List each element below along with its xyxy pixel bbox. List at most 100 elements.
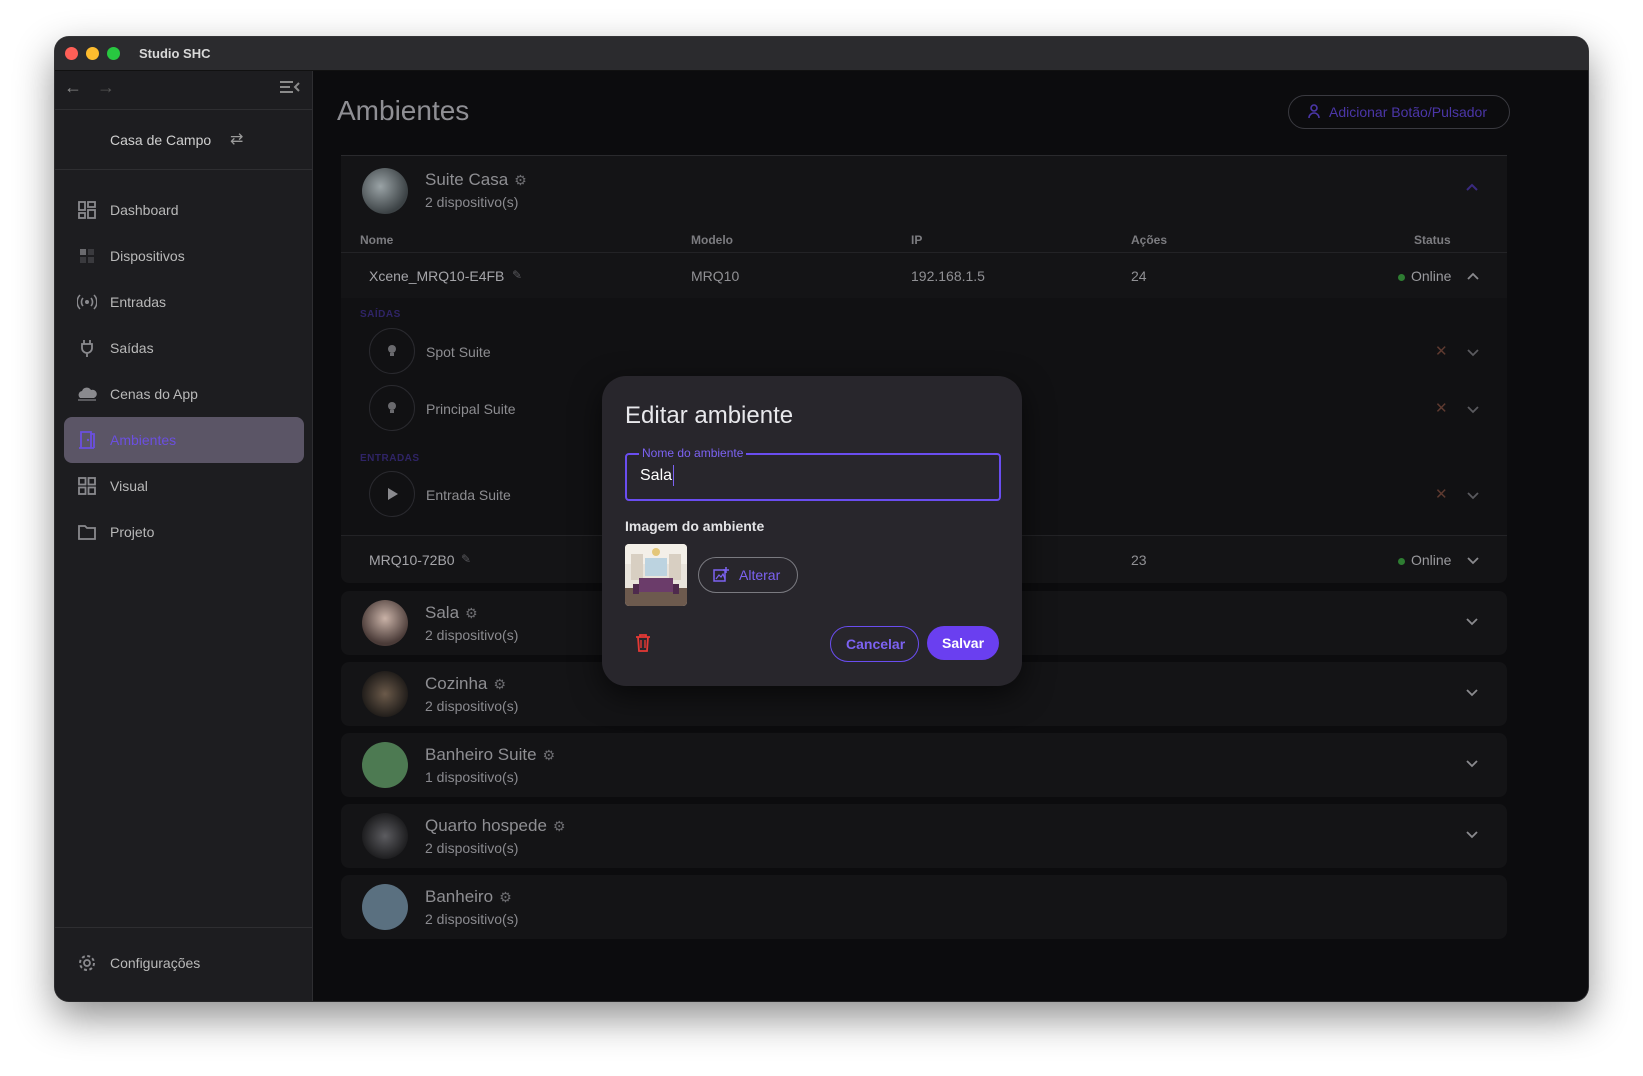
room-name-text: Sala bbox=[425, 603, 460, 622]
chevron-down-icon[interactable] bbox=[1465, 759, 1479, 769]
project-selector[interactable]: Casa de Campo ⇄ bbox=[55, 109, 312, 170]
devices-icon bbox=[80, 249, 94, 263]
sidebar-navigation-bar: ← → bbox=[55, 71, 312, 110]
column-header-status: Status bbox=[1414, 233, 1451, 247]
outputs-section-label: SAÍDAS bbox=[360, 309, 401, 320]
collapse-menu-icon[interactable] bbox=[280, 79, 300, 95]
room-name-text: Quarto hospede bbox=[425, 816, 547, 835]
gear-icon[interactable]: ⚙ bbox=[465, 605, 478, 622]
device-actions: 23 bbox=[1131, 552, 1147, 568]
sidebar-item-cenas-do-app[interactable]: Cenas do App bbox=[64, 371, 304, 417]
room-avatar bbox=[362, 813, 408, 859]
back-arrow-icon[interactable]: ← bbox=[64, 77, 82, 98]
trash-icon[interactable] bbox=[635, 634, 651, 652]
room-device-count: 2 dispositivo(s) bbox=[425, 911, 519, 927]
minimize-window-button[interactable] bbox=[86, 47, 99, 60]
sidebar-item-label: Dispositivos bbox=[110, 248, 185, 264]
image-section-label: Imagem do ambiente bbox=[625, 518, 765, 534]
room-name: Sala ⚙ bbox=[425, 603, 478, 623]
cancel-label: Cancelar bbox=[846, 636, 906, 652]
chevron-down-icon[interactable] bbox=[1466, 405, 1480, 415]
close-window-button[interactable] bbox=[65, 47, 78, 60]
title-bar: Studio SHC bbox=[55, 37, 1588, 71]
status-text: Online bbox=[1411, 552, 1452, 568]
chevron-up-icon[interactable] bbox=[1466, 271, 1480, 281]
sidebar-item-label: Entradas bbox=[110, 294, 167, 310]
room-device-count: 2 dispositivo(s) bbox=[425, 194, 519, 210]
chevron-down-icon[interactable] bbox=[1466, 491, 1480, 501]
sidebar-item-ambientes[interactable]: Ambientes bbox=[64, 417, 304, 463]
inputs-section-label: ENTRADAS bbox=[360, 453, 420, 464]
dashboard-icon bbox=[78, 201, 96, 219]
sidebar-item-label: Dashboard bbox=[110, 202, 179, 218]
sidebar-item-label: Visual bbox=[110, 478, 148, 494]
change-image-label: Alterar bbox=[739, 567, 781, 583]
chevron-down-icon[interactable] bbox=[1466, 556, 1480, 566]
chevron-down-icon[interactable] bbox=[1465, 830, 1479, 840]
chevron-down-icon[interactable] bbox=[1465, 688, 1479, 698]
device-name: MRQ10-72B0 bbox=[369, 552, 455, 568]
status-badge: Online bbox=[1398, 552, 1451, 568]
room-name-input[interactable] bbox=[640, 467, 980, 485]
field-label: Nome do ambiente bbox=[639, 446, 747, 460]
gear-icon[interactable]: ⚙ bbox=[493, 676, 506, 693]
touch-icon bbox=[1308, 104, 1320, 119]
sidebar-item-entradas[interactable]: Entradas bbox=[64, 279, 304, 325]
door-icon bbox=[79, 431, 95, 449]
cloud-icon bbox=[78, 387, 97, 401]
gear-icon[interactable]: ⚙ bbox=[514, 172, 527, 189]
sidebar-item-configuracoes[interactable]: Configurações bbox=[64, 940, 304, 986]
save-button[interactable]: Salvar bbox=[927, 626, 999, 660]
sidebar-item-dashboard[interactable]: Dashboard bbox=[64, 187, 304, 233]
remove-icon[interactable]: ✕ bbox=[1435, 399, 1448, 417]
room-name-text: Suite Casa bbox=[425, 170, 509, 189]
device-ip: 192.168.1.5 bbox=[911, 268, 985, 284]
sidebar-item-saidas[interactable]: Saídas bbox=[64, 325, 304, 371]
remove-icon[interactable]: ✕ bbox=[1435, 342, 1448, 360]
sidebar-item-dispositivos[interactable]: Dispositivos bbox=[64, 233, 304, 279]
pencil-icon[interactable]: ✎ bbox=[461, 552, 471, 566]
add-button-pulsador-button[interactable]: Adicionar Botão/Pulsador bbox=[1288, 95, 1510, 129]
remove-icon[interactable]: ✕ bbox=[1435, 485, 1448, 503]
maximize-window-button[interactable] bbox=[107, 47, 120, 60]
sidebar-item-label: Ambientes bbox=[110, 432, 177, 448]
save-label: Salvar bbox=[942, 635, 985, 651]
column-header-acoes: Ações bbox=[1131, 233, 1168, 247]
device-name: Xcene_MRQ10-E4FB bbox=[369, 268, 505, 284]
chevron-down-icon[interactable] bbox=[1466, 348, 1480, 358]
device-model: MRQ10 bbox=[691, 268, 740, 284]
room-avatar bbox=[362, 671, 408, 717]
room-card[interactable]: Quarto hospede ⚙ 2 dispositivo(s) bbox=[341, 804, 1507, 868]
sidebar-item-visual[interactable]: Visual bbox=[64, 463, 304, 509]
column-header-modelo: Modelo bbox=[691, 233, 733, 247]
room-name: Banheiro ⚙ bbox=[425, 887, 512, 907]
pencil-icon[interactable]: ✎ bbox=[512, 268, 522, 282]
column-header-ip: IP bbox=[911, 233, 923, 247]
room-name[interactable]: Suite Casa ⚙ bbox=[425, 170, 527, 190]
room-name-field[interactable]: Nome do ambiente bbox=[625, 446, 1001, 501]
forward-arrow-icon[interactable]: → bbox=[97, 77, 115, 98]
room-device-count: 2 dispositivo(s) bbox=[425, 627, 519, 643]
room-name: Banheiro Suite ⚙ bbox=[425, 745, 555, 765]
online-dot bbox=[1398, 273, 1405, 281]
window-title: Studio SHC bbox=[139, 46, 211, 61]
chevron-up-icon[interactable] bbox=[1465, 182, 1479, 192]
room-avatar bbox=[362, 742, 408, 788]
room-card[interactable]: Banheiro Suite ⚙ 1 dispositivo(s) bbox=[341, 733, 1507, 797]
change-image-button[interactable]: Alterar bbox=[698, 557, 798, 593]
gear-icon[interactable]: ⚙ bbox=[543, 747, 556, 764]
gear-icon[interactable]: ⚙ bbox=[553, 818, 566, 835]
room-name-text: Banheiro bbox=[425, 887, 494, 906]
sidebar: ← → Casa de Campo ⇄ Dashboard Dispositiv… bbox=[55, 71, 313, 1001]
play-icon bbox=[369, 471, 415, 517]
room-card[interactable]: Banheiro ⚙ 2 dispositivo(s) bbox=[341, 875, 1507, 939]
page-title: Ambientes bbox=[337, 95, 470, 126]
gear-icon[interactable]: ⚙ bbox=[499, 889, 512, 906]
chevron-down-icon[interactable] bbox=[1465, 617, 1479, 627]
room-name: Quarto hospede ⚙ bbox=[425, 816, 565, 836]
folder-icon bbox=[78, 525, 96, 540]
cancel-button[interactable]: Cancelar bbox=[830, 626, 919, 662]
room-device-count: 1 dispositivo(s) bbox=[425, 769, 519, 785]
sidebar-item-projeto[interactable]: Projeto bbox=[64, 509, 304, 555]
sidebar-item-label: Cenas do App bbox=[110, 386, 198, 402]
